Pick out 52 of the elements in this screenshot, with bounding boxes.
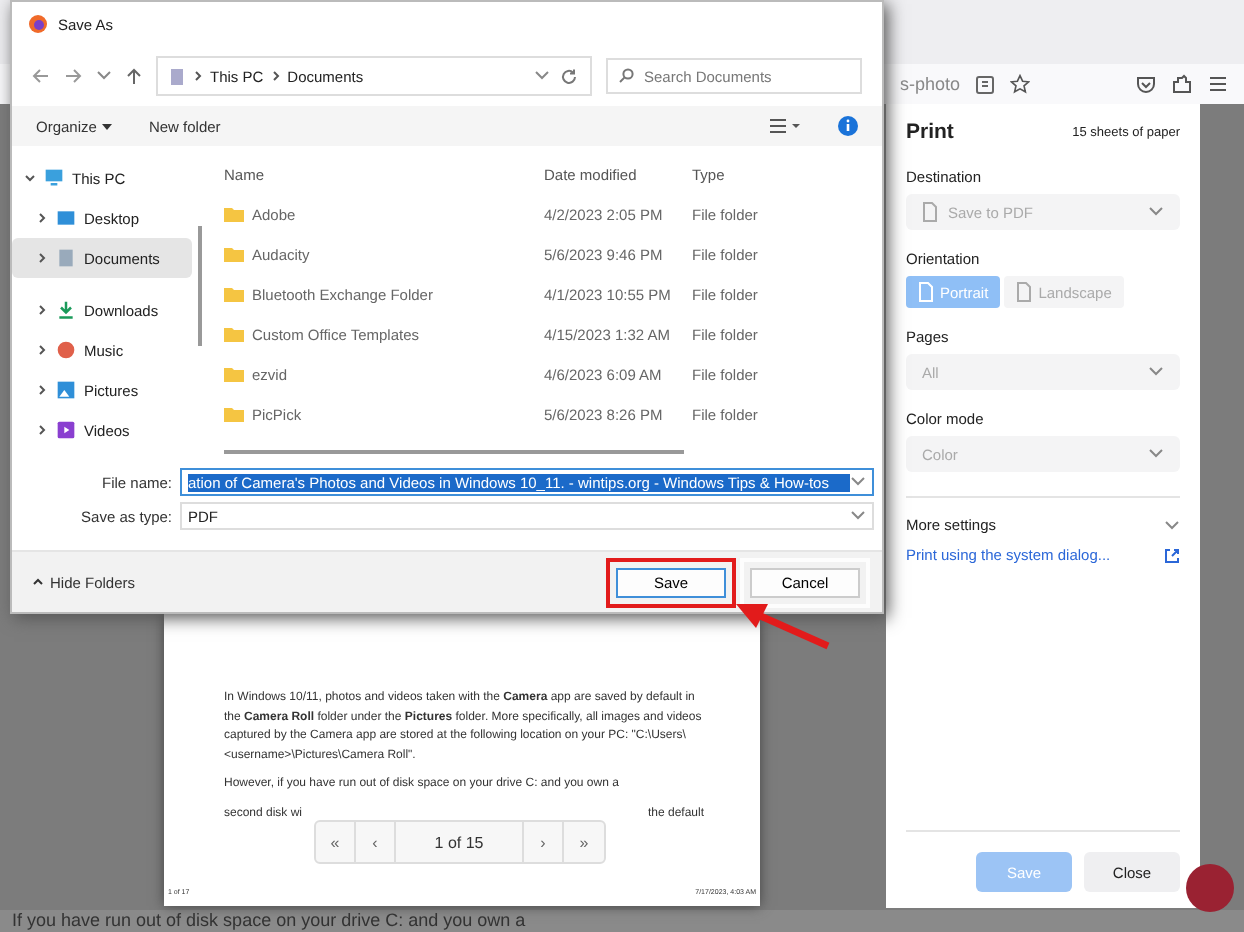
dropdown-icon (534, 70, 550, 82)
search-icon (618, 68, 634, 84)
caret-icon (96, 70, 112, 82)
folder-icon (224, 406, 244, 422)
previous-page-button[interactable]: ‹ (356, 822, 396, 862)
help-icon[interactable] (838, 116, 858, 136)
back-arrow-icon[interactable] (32, 68, 50, 84)
reader-icon[interactable] (976, 75, 995, 93)
first-page-button[interactable]: « (316, 822, 356, 862)
folder-icon (224, 326, 244, 342)
caret-right-icon (36, 252, 48, 264)
video-icon (56, 420, 76, 440)
caret-down-icon (102, 123, 113, 129)
picture-icon (56, 380, 76, 400)
app-icon (28, 14, 48, 34)
chevron-icon (1148, 366, 1164, 378)
caret-up-icon (32, 578, 44, 586)
download-icon (56, 300, 76, 320)
chevron-icon (1148, 448, 1164, 460)
chevron-right-icon (271, 70, 280, 82)
chevron-icon (1148, 206, 1164, 218)
page-indicator[interactable]: 1 of 15 (396, 822, 524, 862)
dropdown-icon (850, 476, 866, 488)
puzzle-icon[interactable] (1172, 74, 1192, 94)
up-arrow-icon[interactable] (126, 67, 142, 85)
chevron-right-icon (194, 70, 202, 82)
refresh-icon[interactable] (560, 67, 578, 85)
caret-right-icon (36, 384, 48, 396)
view-options-icon[interactable] (770, 118, 802, 134)
pointer-arrow (736, 604, 830, 650)
folder-icon (224, 246, 244, 262)
print-title: Print (906, 120, 954, 144)
star-icon[interactable] (1010, 74, 1031, 94)
page-text: If you have run out of disk space on your drive C: and you own a (12, 910, 526, 932)
next-page-button[interactable]: › (524, 822, 564, 862)
caret-right-icon (36, 424, 48, 436)
last-page-button[interactable]: » (564, 822, 604, 862)
url-text[interactable]: s-photo (900, 74, 961, 94)
forward-arrow-icon[interactable] (64, 68, 82, 84)
dropdown-icon (850, 510, 866, 522)
caret-down-icon (24, 172, 36, 184)
pocket-icon[interactable] (1136, 75, 1156, 93)
chevron-icon (1164, 519, 1180, 531)
folder-icon (224, 206, 244, 222)
external-link-icon[interactable] (1164, 547, 1180, 563)
caret-right-icon (36, 304, 48, 316)
menu-icon[interactable] (1208, 76, 1228, 92)
floating-button[interactable] (1186, 864, 1234, 912)
caret-right-icon (36, 344, 48, 356)
caret-right-icon (36, 212, 48, 224)
folder-icon (224, 286, 244, 302)
folder-icon (224, 366, 244, 382)
